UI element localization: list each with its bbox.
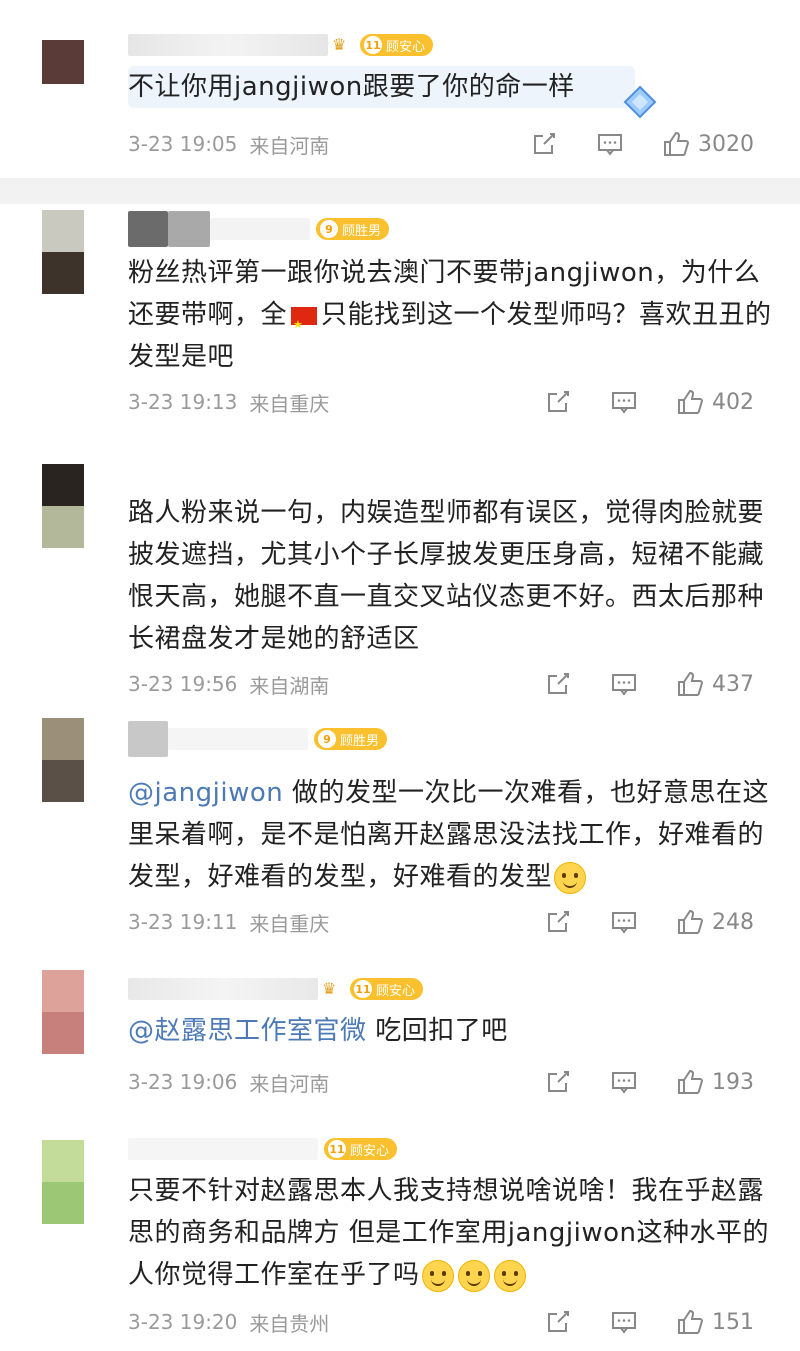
comment-meta: 3-23 19:13 来自重庆 402 bbox=[128, 386, 780, 418]
comment-meta: 3-23 19:05 来自河南 3020 bbox=[128, 128, 780, 160]
avatar[interactable] bbox=[42, 718, 84, 802]
smile-emoji-icon bbox=[457, 1259, 490, 1292]
comment-text: 粉丝热评第一跟你说去澳门不要带jangjiwon，为什么还要带啊，全只能找到这一… bbox=[128, 252, 778, 378]
comment-icon[interactable] bbox=[596, 130, 624, 158]
comment-icon[interactable] bbox=[610, 1308, 638, 1336]
username-row[interactable]: 9 顾胜男 bbox=[128, 721, 388, 757]
blurred-username bbox=[128, 211, 168, 247]
share-icon[interactable] bbox=[544, 388, 572, 416]
comment-3: 路人粉来说一句，内娱造型师都有误区，觉得肉脸就要披发遮挡，尤其小个子长厚披发更压… bbox=[0, 460, 800, 710]
avatar[interactable] bbox=[42, 40, 84, 84]
comment-meta: 3-23 19:56 来自湖南 437 bbox=[128, 668, 780, 700]
comment-4: 9 顾胜男 @jangjiwon 做的发型一次比一次难看，也好意思在这里呆着啊，是… bbox=[0, 714, 800, 954]
comment-meta: 3-23 19:11 来自重庆 248 bbox=[128, 906, 780, 938]
like-icon[interactable] bbox=[676, 908, 704, 936]
share-icon[interactable] bbox=[530, 130, 558, 158]
comment-6: 11 顾安心 只要不针对赵露思本人我支持想说啥说啥！我在乎赵露思的商务和品牌方 但… bbox=[0, 1130, 800, 1351]
diamond-icon bbox=[623, 85, 657, 119]
comment-text: 只要不针对赵露思本人我支持想说啥说啥！我在乎赵露思的商务和品牌方 但是工作室用j… bbox=[128, 1176, 770, 1292]
comment-actions: 437 bbox=[506, 668, 754, 700]
crown-icon: ♛ bbox=[322, 979, 337, 998]
fan-badge[interactable]: 9 顾胜男 bbox=[316, 218, 390, 240]
comment-actions: 3020 bbox=[492, 128, 754, 160]
share-icon[interactable] bbox=[544, 1068, 572, 1096]
blurred-username bbox=[168, 211, 210, 247]
avatar[interactable] bbox=[42, 970, 84, 1054]
comment-icon[interactable] bbox=[610, 908, 638, 936]
fan-badge[interactable]: 11 顾安心 bbox=[350, 978, 424, 1000]
username-row[interactable]: ♛ 11 顾安心 bbox=[128, 30, 434, 60]
blurred-username bbox=[168, 728, 308, 750]
comment-actions: 151 bbox=[506, 1306, 754, 1338]
avatar[interactable] bbox=[42, 210, 84, 294]
comment-actions: 193 bbox=[506, 1066, 754, 1098]
fan-badge[interactable]: 9 顾胜男 bbox=[314, 728, 388, 750]
like-icon[interactable] bbox=[676, 388, 704, 416]
username-row[interactable]: ♛ 11 顾安心 bbox=[128, 974, 424, 1004]
mention-link[interactable]: @jangjiwon bbox=[128, 778, 283, 808]
like-icon[interactable] bbox=[676, 1308, 704, 1336]
blurred-username bbox=[128, 978, 318, 1000]
like-icon[interactable] bbox=[676, 670, 704, 698]
comment-5: ♛ 11 顾安心 @赵露思工作室官微 吃回扣了吧 3-23 19:06 来自河南 … bbox=[0, 960, 800, 1120]
mention-link[interactable]: @赵露思工作室官微 bbox=[128, 1016, 367, 1046]
fan-badge[interactable]: 11 顾安心 bbox=[360, 34, 434, 56]
comment-meta: 3-23 19:06 来自河南 193 bbox=[128, 1066, 780, 1098]
comment-icon[interactable] bbox=[610, 670, 638, 698]
fan-badge[interactable]: 11 顾安心 bbox=[324, 1138, 398, 1160]
comment-1: ♛ 11 顾安心 不让你用jangjiwon跟要了你的命一样 3-23 19:05… bbox=[0, 0, 800, 178]
blurred-username bbox=[128, 34, 328, 56]
comment-text: 路人粉来说一句，内娱造型师都有误区，觉得肉脸就要披发遮挡，尤其小个子长厚披发更压… bbox=[128, 498, 765, 654]
smile-emoji-icon bbox=[421, 1259, 454, 1292]
smile-emoji-icon bbox=[554, 861, 587, 894]
share-icon[interactable] bbox=[544, 670, 572, 698]
section-divider bbox=[0, 178, 800, 204]
comment-2: 9顾胜男 粉丝热评第一跟你说去澳门不要带jangjiwon，为什么还要带啊，全只… bbox=[0, 204, 800, 444]
blurred-username bbox=[210, 218, 310, 240]
avatar[interactable] bbox=[42, 1140, 84, 1224]
comment-icon[interactable] bbox=[610, 388, 638, 416]
comment-actions: 248 bbox=[506, 906, 754, 938]
comment-text: @jangjiwon 做的发型一次比一次难看，也好意思在这里呆着啊，是不是怕离开… bbox=[128, 778, 770, 894]
share-icon[interactable] bbox=[544, 908, 572, 936]
comment-text: 不让你用jangjiwon跟要了你的命一样 bbox=[128, 66, 635, 108]
like-icon[interactable] bbox=[676, 1068, 704, 1096]
share-icon[interactable] bbox=[544, 1308, 572, 1336]
comment-icon[interactable] bbox=[610, 1068, 638, 1096]
crown-icon: ♛ bbox=[332, 35, 347, 54]
username-row[interactable]: 11 顾安心 bbox=[128, 1134, 398, 1164]
comment-actions: 402 bbox=[506, 386, 754, 418]
smile-emoji-icon bbox=[493, 1259, 526, 1292]
comment-meta: 3-23 19:20 来自贵州 151 bbox=[128, 1306, 780, 1338]
username-row[interactable]: 9 顾胜男 bbox=[128, 211, 390, 247]
like-icon[interactable] bbox=[662, 130, 690, 158]
comment-text: @赵露思工作室官微 吃回扣了吧 bbox=[128, 1016, 508, 1046]
avatar[interactable] bbox=[42, 464, 84, 548]
blurred-username bbox=[128, 721, 168, 757]
blurred-username bbox=[128, 1138, 318, 1160]
china-flag-icon bbox=[291, 304, 318, 346]
